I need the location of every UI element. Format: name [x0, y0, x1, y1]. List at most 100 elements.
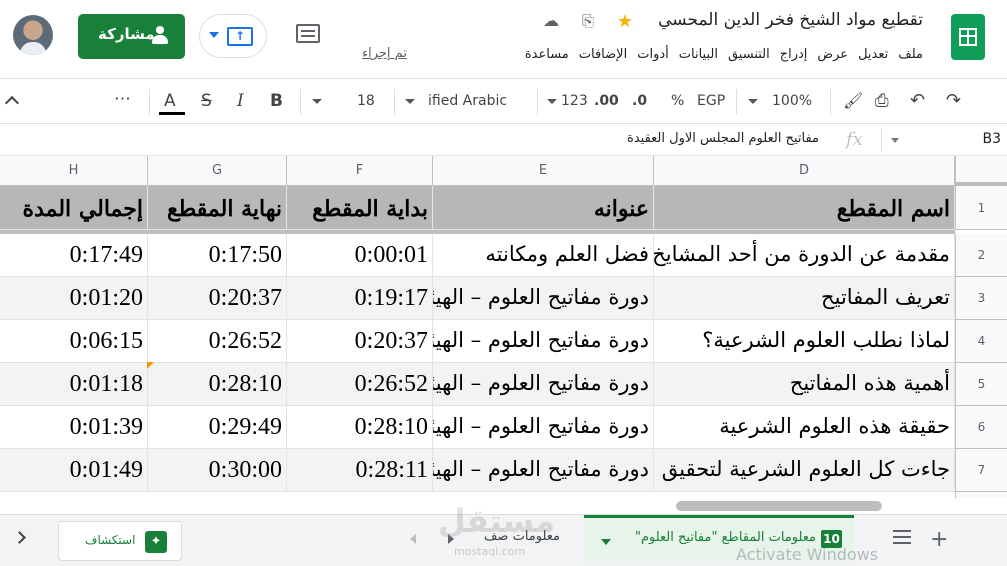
- table-cell[interactable]: فضل العلم ومكانته: [433, 234, 654, 277]
- bold-button[interactable]: B: [270, 91, 283, 111]
- header-cell-clip-start[interactable]: بداية المقطع: [287, 186, 433, 230]
- star-icon[interactable]: ★: [614, 11, 636, 32]
- table-cell[interactable]: 0:06:15: [0, 320, 148, 363]
- menu-edit[interactable]: تعديل: [858, 46, 888, 63]
- spreadsheet-grid[interactable]: H G F E D 1 إجمالي المدة نهاية المقطع بد…: [0, 156, 1007, 512]
- row-header-5[interactable]: 5: [955, 363, 1007, 406]
- table-cell[interactable]: أهمية هذه المفاتيح: [654, 363, 955, 406]
- table-cell[interactable]: 0:26:52: [148, 320, 287, 363]
- add-sheet-button[interactable]: +: [930, 527, 948, 552]
- present-button[interactable]: ↑: [199, 14, 267, 58]
- menu-data[interactable]: البيانات: [679, 46, 718, 63]
- table-cell[interactable]: مقدمة عن الدورة من أحد المشايخ: [654, 234, 955, 277]
- text-color-button[interactable]: A: [164, 91, 176, 111]
- redo-icon[interactable]: ↷: [946, 91, 961, 111]
- table-cell[interactable]: دورة مفاتيح العلوم – الهيئة: [433, 320, 654, 363]
- table-cell[interactable]: 0:30:00: [148, 449, 287, 492]
- menu-help[interactable]: مساعدة: [525, 46, 569, 63]
- explore-button[interactable]: ✦ استكشاف: [58, 521, 182, 561]
- percent-format-button[interactable]: %: [671, 91, 684, 111]
- table-cell[interactable]: جاءت كل العلوم الشرعية لتحقيق: [654, 449, 955, 492]
- menu-addons[interactable]: الإضافات: [579, 46, 627, 63]
- table-cell[interactable]: تعريف المفاتيح: [654, 277, 955, 320]
- last-edit-link[interactable]: تم إجراء: [362, 46, 407, 61]
- table-cell[interactable]: لماذا نطلب العلوم الشرعية؟: [654, 320, 955, 363]
- table-cell[interactable]: 0:01:20: [0, 277, 148, 320]
- column-header-d[interactable]: D: [654, 156, 955, 186]
- column-header-g[interactable]: G: [148, 156, 287, 186]
- column-header-h[interactable]: H: [0, 156, 148, 186]
- row-header-3[interactable]: 3: [955, 277, 1007, 320]
- italic-button[interactable]: I: [237, 91, 244, 111]
- undo-icon[interactable]: ↶: [910, 91, 925, 111]
- table-cell[interactable]: حقيقة هذه العلوم الشرعية: [654, 406, 955, 449]
- decrease-decimal-button[interactable]: .0: [632, 91, 647, 111]
- table-cell[interactable]: 0:01:18: [0, 363, 148, 406]
- increase-decimal-button[interactable]: .00: [594, 91, 619, 111]
- side-panel-toggle-icon[interactable]: [13, 531, 26, 544]
- table-cell[interactable]: 0:17:50: [148, 234, 287, 277]
- menu-file[interactable]: ملف: [898, 46, 923, 63]
- folder-move-icon[interactable]: ⎘: [577, 12, 599, 30]
- table-cell[interactable]: 0:20:37: [287, 320, 433, 363]
- scrollbar-thumb[interactable]: [676, 501, 882, 511]
- number-format-select[interactable]: 123: [561, 91, 588, 111]
- table-cell[interactable]: دورة مفاتيح العلوم – الهيئة: [433, 363, 654, 406]
- header-cell-clip-end[interactable]: نهاية المقطع: [148, 186, 287, 230]
- select-all-corner[interactable]: [955, 156, 1007, 186]
- share-button-label: مشاركة: [98, 25, 155, 43]
- menu-tools[interactable]: أدوات: [637, 46, 669, 63]
- currency-format-button[interactable]: EGP: [697, 91, 725, 111]
- menu-format[interactable]: التنسيق: [728, 46, 770, 63]
- cloud-status-icon[interactable]: ☁: [540, 11, 562, 30]
- table-cell[interactable]: 0:01:39: [0, 406, 148, 449]
- row-header-4[interactable]: 4: [955, 320, 1007, 363]
- header-cell-title[interactable]: عنوانه: [433, 186, 654, 230]
- chevron-down-icon[interactable]: [601, 539, 611, 545]
- table-cell[interactable]: 0:28:10: [148, 363, 287, 406]
- table-cell[interactable]: 0:17:49: [0, 234, 148, 277]
- table-cell[interactable]: دورة مفاتيح العلوم – الهيئة: [433, 406, 654, 449]
- font-family-select[interactable]: ified Arabic: [428, 91, 507, 111]
- menu-view[interactable]: عرض: [817, 46, 848, 63]
- table-cell[interactable]: 0:20:37: [148, 277, 287, 320]
- chevron-down-icon[interactable]: [891, 138, 899, 143]
- table-cell[interactable]: دورة مفاتيح العلوم – الهيئة: [433, 449, 654, 492]
- avatar[interactable]: [13, 15, 53, 55]
- paint-format-icon[interactable]: 🖌: [843, 91, 863, 111]
- all-sheets-menu-icon[interactable]: [893, 529, 911, 545]
- name-box[interactable]: B3: [982, 131, 1001, 147]
- table-cell[interactable]: 0:19:17: [287, 277, 433, 320]
- table-cell[interactable]: 0:28:10: [287, 406, 433, 449]
- row-header-1[interactable]: 1: [955, 186, 1007, 230]
- formula-divider: [881, 128, 882, 152]
- row-header-6[interactable]: 6: [955, 406, 1007, 449]
- table-cell[interactable]: 0:00:01: [287, 234, 433, 277]
- menu-insert[interactable]: إدراج: [780, 46, 808, 63]
- table-cell[interactable]: 0:26:52: [287, 363, 433, 406]
- table-cell[interactable]: دورة مفاتيح العلوم – الهيئة: [433, 277, 654, 320]
- font-size-select[interactable]: 18: [357, 91, 375, 111]
- zoom-select[interactable]: 100%: [772, 91, 812, 111]
- row-header-7[interactable]: 7: [955, 449, 1007, 492]
- row-header-2[interactable]: 2: [955, 234, 1007, 277]
- cell-note-marker[interactable]: [147, 362, 154, 369]
- comment-history-icon[interactable]: [292, 20, 324, 50]
- column-header-e[interactable]: E: [433, 156, 654, 186]
- strikethrough-button[interactable]: S: [201, 91, 212, 111]
- title-bar: تقطيع مواد الشيخ فخر الدين المحسي ★ ⎘ ☁ …: [0, 0, 1007, 78]
- scroll-tabs-left-icon[interactable]: [410, 534, 416, 544]
- collapse-menus-icon[interactable]: [4, 95, 20, 111]
- sheets-logo[interactable]: [951, 14, 985, 60]
- header-cell-total-duration[interactable]: إجمالي المدة: [0, 186, 148, 230]
- column-header-f[interactable]: F: [287, 156, 433, 186]
- header-cell-clip-name[interactable]: اسم المقطع: [654, 186, 955, 230]
- more-options-icon[interactable]: ⋯: [114, 89, 131, 109]
- print-icon[interactable]: ⎙: [875, 91, 889, 111]
- document-title[interactable]: تقطيع مواد الشيخ فخر الدين المحسي: [658, 10, 923, 30]
- share-button[interactable]: مشاركة: [78, 14, 185, 59]
- formula-input[interactable]: مفاتيح العلوم المجلس الاول العقيدة: [627, 131, 819, 146]
- table-cell[interactable]: 0:28:11: [287, 449, 433, 492]
- table-cell[interactable]: 0:29:49: [148, 406, 287, 449]
- table-cell[interactable]: 0:01:49: [0, 449, 148, 492]
